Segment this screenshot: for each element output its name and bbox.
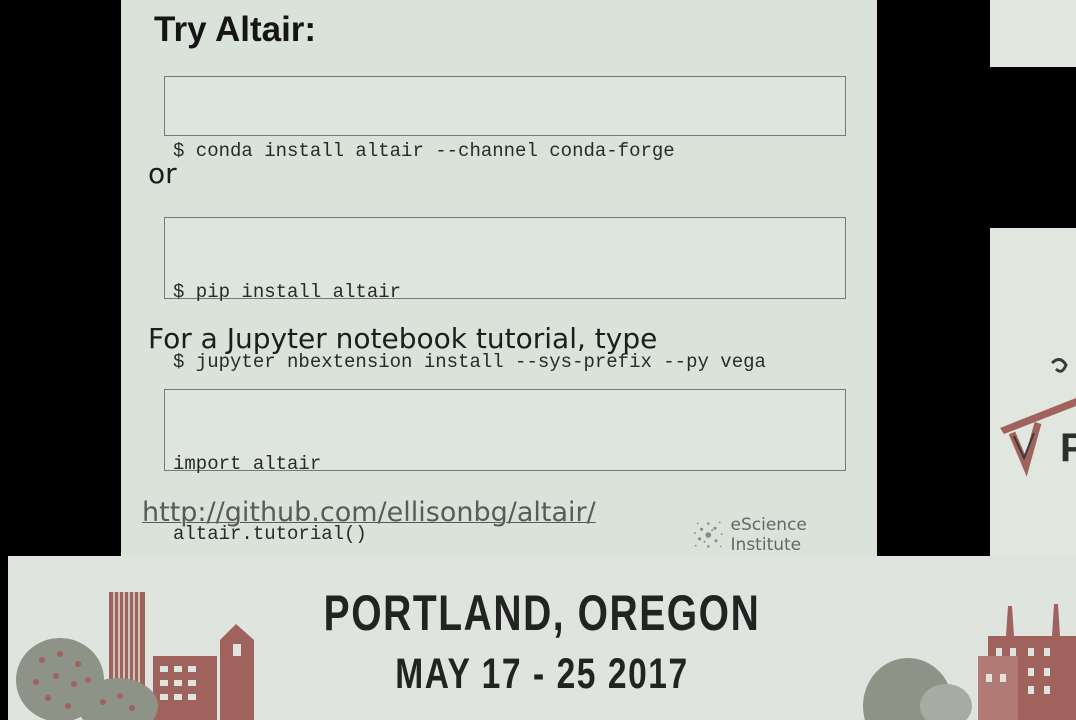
bridge-logo-icon — [1000, 358, 1076, 477]
or-text: or — [148, 157, 177, 190]
conference-banner: PORTLAND, OREGON MAY 17 - 25 2017 — [8, 556, 1076, 720]
banner-location: PORTLAND, OREGON — [323, 585, 761, 641]
slide: Try Altair: $ conda install altair --cha… — [121, 0, 877, 556]
github-link[interactable]: http://github.com/ellisonbg/altair/ — [142, 497, 596, 528]
banner-dates: MAY 17 - 25 2017 — [395, 650, 689, 698]
tutorial-text: For a Jupyter notebook tutorial, type — [148, 322, 658, 355]
import-line: import altair — [173, 453, 322, 475]
thumbnail-letter: P — [1060, 426, 1076, 470]
conda-command: $ conda install altair --channel conda-f… — [173, 140, 675, 162]
next-slide-thumbnail: P — [990, 228, 1076, 556]
slide-title: Try Altair: — [154, 10, 317, 49]
next-slide-thumbnail-top — [990, 0, 1076, 67]
escience-logo-icon — [693, 521, 723, 548]
logo-text: eScience Institute — [730, 515, 807, 555]
tutorial-code-block: import altair altair.tutorial() — [164, 389, 846, 545]
escience-logo: eScience Institute — [690, 515, 877, 555]
pip-code-block: $ pip install altair $ jupyter nbextensi… — [164, 217, 846, 373]
conda-code-block: $ conda install altair --channel conda-f… — [164, 76, 846, 162]
pip-command: $ pip install altair — [173, 281, 402, 303]
